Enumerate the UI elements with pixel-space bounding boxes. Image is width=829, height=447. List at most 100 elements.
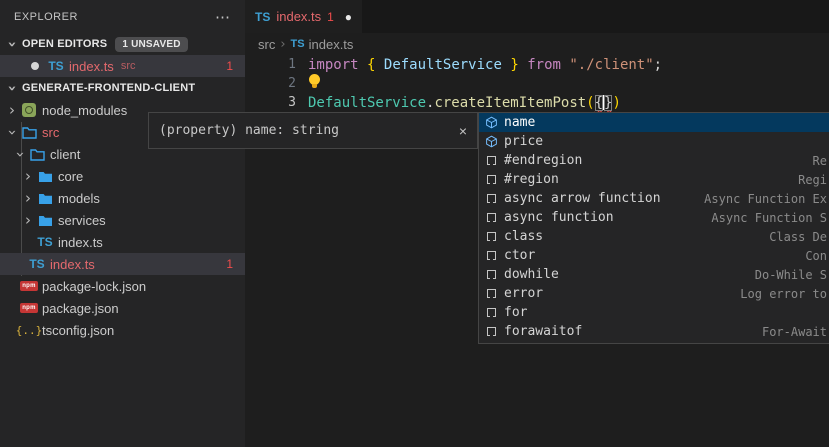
open-editor-description: src	[121, 60, 136, 72]
tree-item-package-json[interactable]: npmpackage.json	[0, 297, 245, 319]
lightbulb-icon[interactable]	[308, 74, 321, 90]
tree-item-label: index.ts	[58, 235, 103, 250]
code-text: import { DefaultService } from "./client…	[296, 57, 662, 73]
code-text	[296, 74, 321, 94]
code-line-3[interactable]: 3DefaultService.createItemItemPost({})	[245, 93, 829, 112]
code-token: {	[595, 95, 603, 111]
code-token: "./client"	[569, 57, 653, 73]
suggest-item-label: ctor	[504, 248, 535, 263]
tree-item-label: client	[50, 147, 80, 162]
breadcrumb-folder[interactable]: src	[258, 37, 275, 52]
tree-item-services[interactable]: ›services	[0, 209, 245, 231]
code-line-2[interactable]: 2	[245, 74, 829, 93]
suggest-item-price[interactable]: price	[479, 132, 829, 151]
project-section-header[interactable]: › GENERATE-FRONTEND-CLIENT	[0, 77, 245, 99]
open-editor-item-index-ts[interactable]: TS index.ts src 1	[0, 55, 245, 77]
json-braces-icon: {..}	[20, 324, 38, 337]
snippet-icon	[483, 210, 499, 226]
tree-item-index-ts[interactable]: TSindex.ts	[0, 231, 245, 253]
suggest-item-class[interactable]: class Class De	[479, 227, 829, 246]
suggest-item--region[interactable]: #region Regi	[479, 170, 829, 189]
suggest-item-async-arrow-function[interactable]: async arrow functionAsync Function Ex	[479, 189, 829, 208]
field-cube-icon	[483, 115, 499, 131]
typescript-file-icon: TS	[28, 257, 46, 271]
tab-index-ts[interactable]: TS index.ts 1 ●	[245, 0, 362, 33]
suggest-item-ctor[interactable]: ctor Con	[479, 246, 829, 265]
suggest-item--endregion[interactable]: #endregionRe	[479, 151, 829, 170]
suggest-item-label: price	[504, 134, 543, 149]
suggest-item-detail: Async Function S	[711, 211, 827, 225]
suggest-item-detail: Class De	[769, 230, 827, 244]
suggest-item-name[interactable]: name	[479, 113, 829, 132]
tree-item-label: index.ts	[50, 257, 95, 272]
close-icon[interactable]: ×	[459, 123, 467, 139]
line-number: 2	[245, 76, 296, 91]
tree-item-label: node_modules	[42, 103, 127, 118]
folder-icon	[20, 126, 38, 139]
suggest-item-for[interactable]: for	[479, 303, 829, 322]
typescript-file-icon: TS	[47, 59, 65, 73]
suggest-item-label: async arrow function	[504, 191, 661, 206]
typescript-file-icon: TS	[291, 38, 305, 50]
tree-item-label: tsconfig.json	[42, 323, 114, 338]
open-editor-filename: index.ts	[69, 59, 114, 74]
tree-item-index-ts[interactable]: TS index.ts 1	[0, 253, 245, 275]
suggest-item-label: class	[504, 229, 543, 244]
line-number: 3	[245, 95, 296, 110]
intellisense-suggest-widget: name price #endregionRe #region Regi async ar…	[478, 112, 829, 344]
code-token	[375, 57, 383, 73]
breadcrumb-file[interactable]: index.ts	[309, 37, 354, 52]
code-token: createItemItemPost	[434, 95, 586, 111]
folder-icon	[36, 192, 54, 205]
chevron-down-icon: ›	[13, 146, 28, 162]
more-actions-icon[interactable]: ⋯	[215, 8, 231, 26]
tree-item-package-lock-json[interactable]: npm package-lock.json	[0, 275, 245, 297]
chevron-right-icon: ›	[20, 213, 36, 228]
folder-icon	[28, 148, 46, 161]
code-line-1[interactable]: 1import { DefaultService } from "./clien…	[245, 55, 829, 74]
project-name: GENERATE-FRONTEND-CLIENT	[22, 82, 195, 94]
suggest-item-error[interactable]: errorLog error to	[479, 284, 829, 303]
npm-file-icon: npm	[20, 281, 38, 291]
suggest-item-detail: Log error to	[740, 287, 827, 301]
typescript-file-icon: TS	[255, 10, 270, 24]
code-token: (	[586, 95, 594, 111]
suggest-item-label: name	[504, 115, 535, 130]
unsaved-badge: 1 UNSAVED	[115, 37, 187, 52]
tree-item-core[interactable]: › core	[0, 165, 245, 187]
tree-item-label: package.json	[42, 301, 119, 316]
code-token: ;	[654, 57, 662, 73]
suggest-item-async-function[interactable]: async functionAsync Function S	[479, 208, 829, 227]
suggest-item-detail: Regi	[798, 173, 827, 187]
chevron-right-icon: ›	[20, 169, 36, 184]
tree-item-models[interactable]: ›models	[0, 187, 245, 209]
tree-item-tsconfig-json[interactable]: {..} tsconfig.json	[0, 319, 245, 341]
open-editors-label: OPEN EDITORS	[22, 38, 107, 50]
chevron-down-icon: ›	[5, 124, 20, 140]
code-token	[359, 57, 367, 73]
code-editor[interactable]: 1import { DefaultService } from "./clien…	[245, 55, 829, 112]
breadcrumb: src › TS index.ts	[245, 33, 829, 55]
code-token: import	[308, 57, 359, 73]
tree-item-label: src	[42, 125, 59, 140]
suggest-item-dowhile[interactable]: dowhileDo-While S	[479, 265, 829, 284]
suggest-item-forawaitof[interactable]: forawaitofFor-Await	[479, 322, 829, 341]
vscode-window: EXPLORER ⋯ › OPEN EDITORS 1 UNSAVED TS i…	[0, 0, 829, 447]
tree-item-label: core	[58, 169, 83, 184]
breadcrumb-separator-icon: ›	[280, 37, 285, 52]
suggest-item-detail: Con	[805, 249, 827, 263]
tab-modified-dot-icon[interactable]: ●	[345, 10, 352, 24]
tree-item-label: package-lock.json	[42, 279, 146, 294]
suggest-item-label: for	[504, 305, 527, 320]
suggest-item-label: #region	[504, 172, 559, 187]
suggest-item-detail: Re	[813, 154, 827, 168]
tab-error-count: 1	[327, 10, 334, 24]
chevron-right-icon: ›	[20, 191, 36, 206]
error-count-badge: 1	[226, 257, 245, 271]
snippet-icon	[483, 286, 499, 302]
code-token: }	[510, 57, 518, 73]
sidebar-header: EXPLORER ⋯	[0, 0, 245, 33]
explorer-title: EXPLORER	[14, 11, 78, 23]
tab-filename: index.ts	[276, 9, 321, 24]
open-editors-header[interactable]: › OPEN EDITORS 1 UNSAVED	[0, 33, 245, 55]
